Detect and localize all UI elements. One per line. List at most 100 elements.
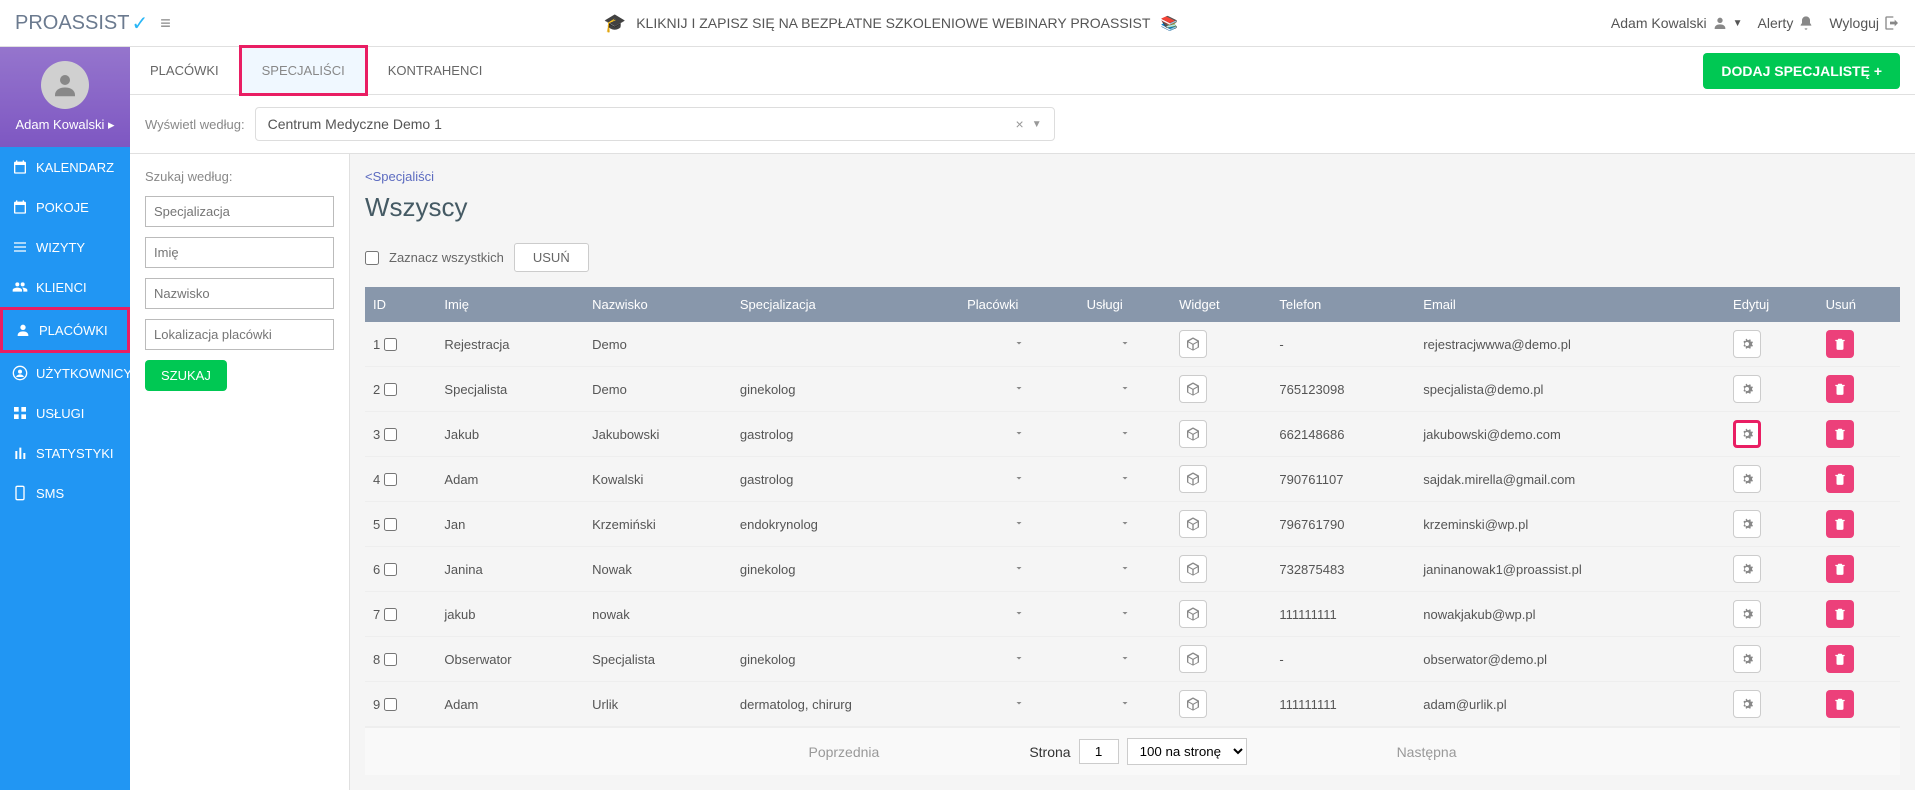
delete-row-button[interactable]: [1826, 330, 1854, 358]
widget-button[interactable]: [1179, 330, 1207, 358]
col-nazwisko: Nazwisko: [584, 287, 732, 322]
hamburger-icon[interactable]: ≡: [160, 13, 171, 34]
cell-imie: Rejestracja: [436, 322, 584, 367]
row-checkbox[interactable]: [384, 338, 397, 351]
widget-button[interactable]: [1179, 555, 1207, 583]
per-page-select[interactable]: 100 na stronę: [1127, 738, 1247, 765]
tab-kontrahenci[interactable]: KONTRAHENCI: [368, 48, 503, 93]
uslugi-expand[interactable]: [1079, 682, 1172, 727]
widget-button[interactable]: [1179, 420, 1207, 448]
widget-button[interactable]: [1179, 600, 1207, 628]
delete-row-button[interactable]: [1826, 600, 1854, 628]
row-checkbox[interactable]: [384, 518, 397, 531]
next-page[interactable]: Następna: [1397, 744, 1457, 760]
edit-button[interactable]: [1733, 420, 1761, 448]
select-all-checkbox[interactable]: [365, 251, 379, 265]
avatar[interactable]: [41, 61, 89, 109]
sidebar-item-wizyty[interactable]: WIZYTY: [0, 227, 130, 267]
delete-row-button[interactable]: [1826, 510, 1854, 538]
row-checkbox[interactable]: [384, 698, 397, 711]
cell-email: obserwator@demo.pl: [1415, 637, 1725, 682]
col-tel: Telefon: [1271, 287, 1415, 322]
add-specialist-button[interactable]: DODAJ SPECJALISTĘ +: [1703, 53, 1900, 89]
edit-button[interactable]: [1733, 645, 1761, 673]
uslugi-expand[interactable]: [1079, 547, 1172, 592]
edit-button[interactable]: [1733, 600, 1761, 628]
row-checkbox[interactable]: [384, 653, 397, 666]
cell-email: janinanowak1@proassist.pl: [1415, 547, 1725, 592]
alerts-link[interactable]: Alerty: [1758, 15, 1815, 31]
header-user[interactable]: Adam Kowalski ▼: [1611, 15, 1743, 31]
row-checkbox[interactable]: [384, 473, 397, 486]
row-checkbox[interactable]: [384, 428, 397, 441]
edit-button[interactable]: [1733, 465, 1761, 493]
sidebar-item-uslugi[interactable]: USŁUGI: [0, 393, 130, 433]
delete-button[interactable]: USUŃ: [514, 243, 589, 272]
uslugi-expand[interactable]: [1079, 637, 1172, 682]
placowki-expand[interactable]: [959, 367, 1078, 412]
search-nazwisko-input[interactable]: [145, 278, 334, 309]
placowki-expand[interactable]: [959, 592, 1078, 637]
placowki-expand[interactable]: [959, 502, 1078, 547]
sidebar-item-klienci[interactable]: KLIENCI: [0, 267, 130, 307]
uslugi-expand[interactable]: [1079, 412, 1172, 457]
prev-page[interactable]: Poprzednia: [808, 744, 879, 760]
dropdown-icon[interactable]: ▼: [1032, 119, 1042, 130]
delete-row-button[interactable]: [1826, 645, 1854, 673]
edit-button[interactable]: [1733, 330, 1761, 358]
col-spec: Specjalizacja: [732, 287, 959, 322]
widget-button[interactable]: [1179, 375, 1207, 403]
widget-button[interactable]: [1179, 645, 1207, 673]
banner-text[interactable]: KLIKNIJ I ZAPISZ SIĘ NA BEZPŁATNE SZKOLE…: [636, 15, 1150, 31]
placowki-expand[interactable]: [959, 412, 1078, 457]
edit-button[interactable]: [1733, 555, 1761, 583]
clear-icon[interactable]: ×: [1016, 116, 1024, 132]
sidebar-item-placowki[interactable]: PLACÓWKI: [0, 307, 130, 353]
tab-specjalisci[interactable]: SPECJALIŚCI: [239, 45, 368, 96]
row-checkbox[interactable]: [384, 563, 397, 576]
edit-button[interactable]: [1733, 690, 1761, 718]
col-imie: Imię: [436, 287, 584, 322]
placowki-expand[interactable]: [959, 682, 1078, 727]
widget-button[interactable]: [1179, 465, 1207, 493]
user-icon: [50, 70, 80, 100]
filter-select[interactable]: Centrum Medyczne Demo 1 × ▼: [255, 107, 1055, 141]
edit-button[interactable]: [1733, 510, 1761, 538]
uslugi-expand[interactable]: [1079, 367, 1172, 412]
delete-row-button[interactable]: [1826, 465, 1854, 493]
sidebar-item-kalendarz[interactable]: KALENDARZ: [0, 147, 130, 187]
page-input[interactable]: [1079, 739, 1119, 764]
uslugi-expand[interactable]: [1079, 322, 1172, 367]
row-checkbox[interactable]: [384, 608, 397, 621]
search-button[interactable]: SZUKAJ: [145, 360, 227, 391]
search-spec-input[interactable]: [145, 196, 334, 227]
placowki-expand[interactable]: [959, 322, 1078, 367]
uslugi-expand[interactable]: [1079, 592, 1172, 637]
logout-link[interactable]: Wyloguj: [1829, 15, 1900, 31]
gear-icon: [1739, 561, 1755, 577]
uslugi-expand[interactable]: [1079, 502, 1172, 547]
search-imie-input[interactable]: [145, 237, 334, 268]
sidebar-item-sms[interactable]: SMS: [0, 473, 130, 513]
sidebar-username[interactable]: Adam Kowalski ▸: [0, 117, 130, 133]
uslugi-expand[interactable]: [1079, 457, 1172, 502]
widget-button[interactable]: [1179, 690, 1207, 718]
edit-button[interactable]: [1733, 375, 1761, 403]
placowki-expand[interactable]: [959, 637, 1078, 682]
search-lok-input[interactable]: [145, 319, 334, 350]
placowki-expand[interactable]: [959, 457, 1078, 502]
widget-button[interactable]: [1179, 510, 1207, 538]
breadcrumb[interactable]: <Specjaliści: [365, 169, 1900, 184]
delete-row-button[interactable]: [1826, 555, 1854, 583]
cube-icon: [1185, 606, 1201, 622]
sidebar-item-uzytkownicy[interactable]: UŻYTKOWNICY: [0, 353, 130, 393]
delete-row-button[interactable]: [1826, 375, 1854, 403]
delete-row-button[interactable]: [1826, 690, 1854, 718]
tab-placowki[interactable]: PLACÓWKI: [130, 48, 239, 93]
row-checkbox[interactable]: [384, 383, 397, 396]
placowki-expand[interactable]: [959, 547, 1078, 592]
col-id: ID: [365, 287, 436, 322]
sidebar-item-statystyki[interactable]: STATYSTYKI: [0, 433, 130, 473]
delete-row-button[interactable]: [1826, 420, 1854, 448]
sidebar-item-pokoje[interactable]: POKOJE: [0, 187, 130, 227]
